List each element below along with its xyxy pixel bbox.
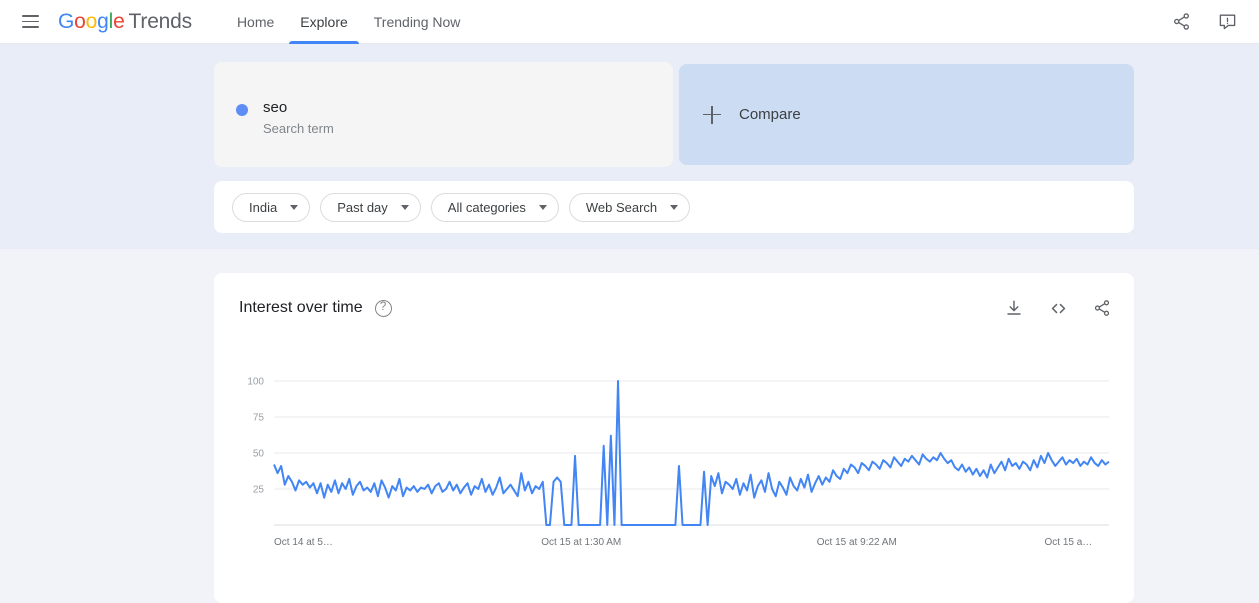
y-axis-tick-label: 25 xyxy=(253,485,265,496)
y-axis-tick-label: 50 xyxy=(253,449,265,460)
chart-x-axis-labels: Oct 14 at 5… Oct 15 at 1:30 AM Oct 15 at 9… xyxy=(274,537,1092,548)
y-axis-tick-label: 75 xyxy=(253,413,265,424)
interest-over-time-card: Interest over time ? 100 75 50 25 Oct 14… xyxy=(214,273,1134,603)
nav-tab-home[interactable]: Home xyxy=(224,0,287,44)
filter-category[interactable]: All categories xyxy=(430,192,559,222)
interest-over-time-chart: 100 75 50 25 Oct 14 at 5… Oct 15 at 1:30 AM O… xyxy=(214,373,1134,553)
x-axis-tick-label: Oct 15 a… xyxy=(1044,537,1092,548)
compare-card[interactable]: Compare xyxy=(679,64,1134,165)
interest-over-time-header: Interest over time ? xyxy=(239,293,1114,323)
hamburger-bar xyxy=(21,15,39,17)
search-term-text-block: seo Search term xyxy=(263,98,334,139)
x-axis-tick-label: Oct 14 at 5… xyxy=(274,537,333,548)
compare-label: Compare xyxy=(739,106,801,123)
query-card-row: seo Search term Compare xyxy=(214,62,1134,167)
search-term-type: Search term xyxy=(263,121,334,136)
primary-navigation: Home Explore Trending Now xyxy=(224,0,473,44)
series-color-dot xyxy=(236,104,248,116)
x-axis-tick-label: Oct 15 at 1:30 AM xyxy=(541,537,621,548)
feedback-icon[interactable] xyxy=(1215,10,1239,34)
chart-gridlines xyxy=(274,380,1109,526)
chart-y-axis-labels: 100 75 50 25 xyxy=(247,377,264,496)
nav-tab-trending-now[interactable]: Trending Now xyxy=(361,0,474,44)
share-icon[interactable] xyxy=(1090,296,1114,320)
x-axis-tick-label: Oct 15 at 9:22 AM xyxy=(817,537,897,548)
plus-icon xyxy=(703,105,721,124)
logo-letter: o xyxy=(74,9,86,33)
app-bar: Google Trends Home Explore Trending Now xyxy=(0,0,1259,44)
chevron-down-icon xyxy=(538,204,547,210)
app-bar-actions xyxy=(1169,10,1239,34)
logo-product-name: Trends xyxy=(128,9,193,33)
filter-time-range[interactable]: Past day xyxy=(320,192,421,222)
chart-action-buttons xyxy=(1002,296,1114,320)
page-title: Interest over time xyxy=(239,299,363,316)
logo-letter: g xyxy=(97,9,109,33)
hamburger-bar xyxy=(21,26,39,28)
filter-category-label: All categories xyxy=(447,199,526,215)
logo-letter: o xyxy=(85,9,98,33)
search-term-label: seo xyxy=(263,99,288,116)
chevron-down-icon xyxy=(400,204,409,210)
chevron-down-icon xyxy=(670,204,679,210)
filter-time-range-label: Past day xyxy=(337,199,388,215)
logo-letter: G xyxy=(58,9,75,33)
search-term-card[interactable]: seo Search term xyxy=(214,62,673,167)
share-icon[interactable] xyxy=(1169,10,1193,34)
filter-search-type[interactable]: Web Search xyxy=(568,192,691,222)
filter-search-type-label: Web Search xyxy=(585,199,658,215)
filter-bar: India Past day All categories Web Search xyxy=(214,181,1134,233)
nav-tab-explore[interactable]: Explore xyxy=(287,0,360,44)
hamburger-menu-icon[interactable] xyxy=(16,8,44,36)
filter-location-label: India xyxy=(249,199,278,215)
download-icon[interactable] xyxy=(1002,296,1026,320)
help-circle-icon[interactable]: ? xyxy=(374,299,392,317)
y-axis-tick-label: 100 xyxy=(247,377,264,388)
google-trends-logo[interactable]: Google Trends xyxy=(58,10,192,34)
chevron-down-icon xyxy=(290,204,299,210)
logo-letter: e xyxy=(113,9,125,33)
hamburger-bar xyxy=(21,20,39,23)
search-term-content: seo Search term xyxy=(236,98,334,139)
embed-code-icon[interactable] xyxy=(1046,296,1070,320)
filter-location[interactable]: India xyxy=(232,192,311,222)
chart-svg: 100755025 Oct 14 at 5… Oct 15 at 1:30 AM O… xyxy=(247,377,1110,548)
